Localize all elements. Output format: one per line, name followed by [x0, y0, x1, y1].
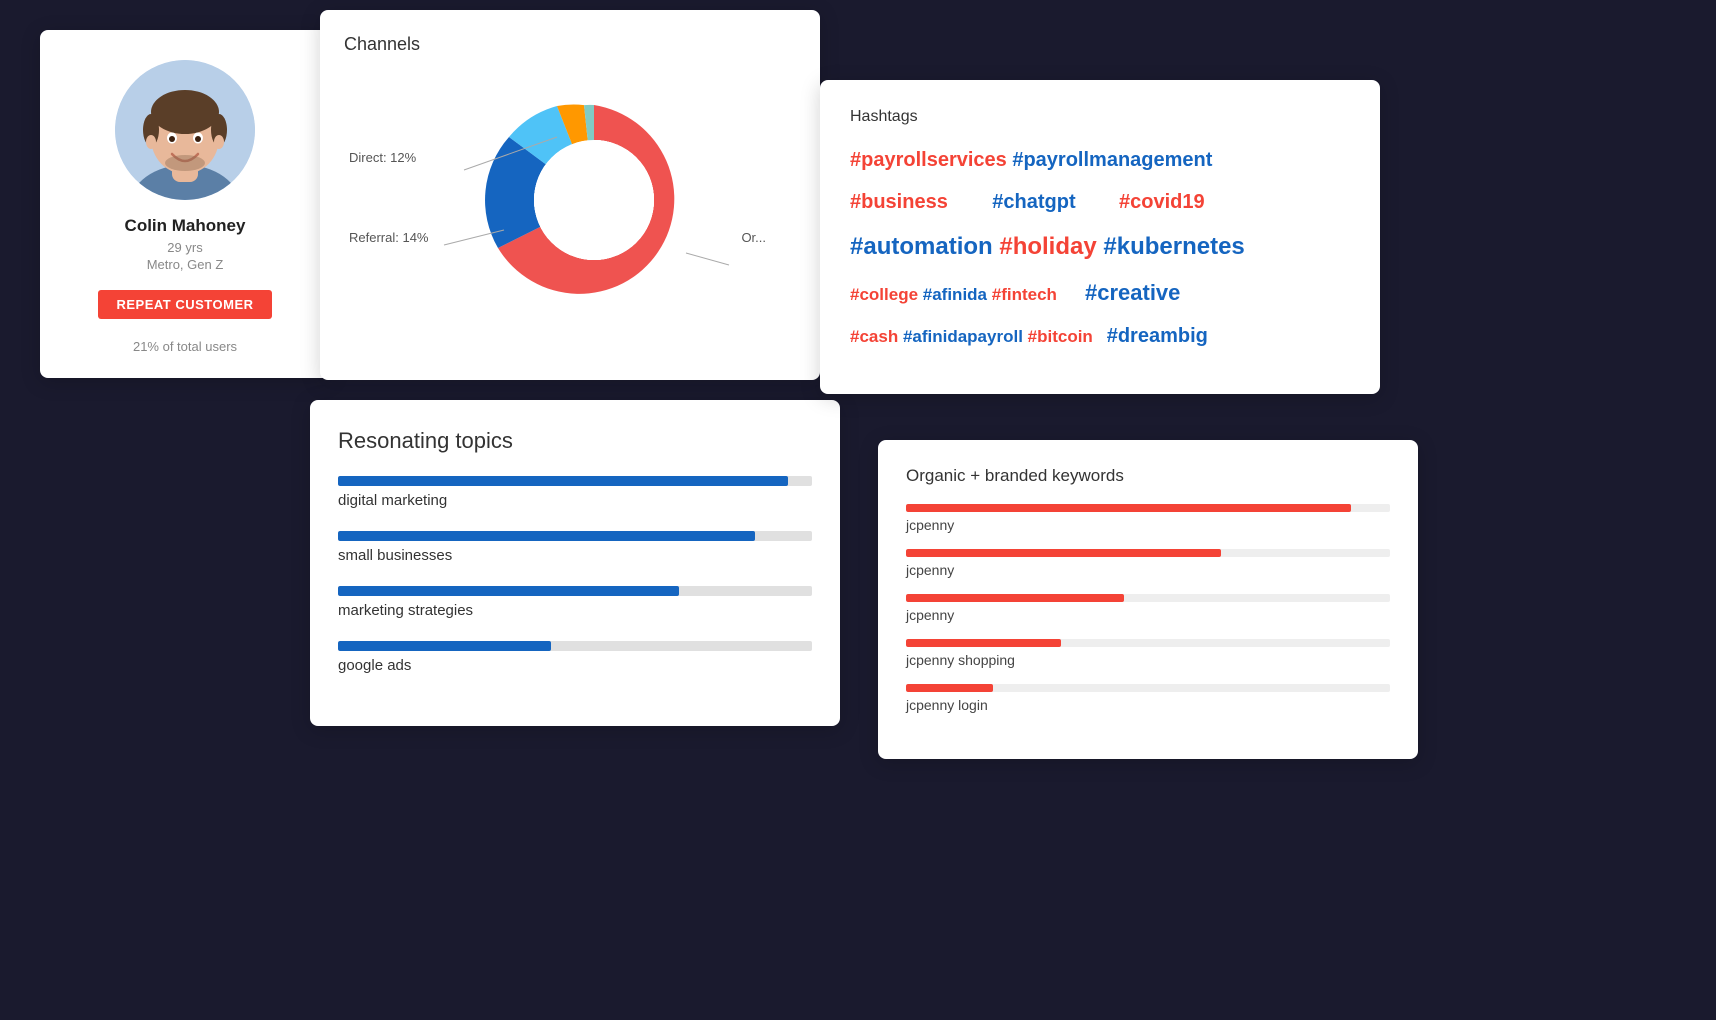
hashtag-chatgpt: #chatgpt [992, 191, 1114, 213]
topic-item-google-ads: google ads [338, 641, 812, 674]
keyword-item-4: jcpenny shopping [906, 639, 1390, 668]
channels-donut-chart [344, 75, 804, 325]
hashtags-card: Hashtags #payrollservices #payrollmanage… [820, 80, 1380, 394]
keywords-title: Organic + branded keywords [906, 466, 1390, 486]
keyword-bar-wrap [906, 549, 1390, 557]
keywords-card: Organic + branded keywords jcpenny jcpen… [878, 440, 1418, 759]
topic-bar-wrap [338, 476, 812, 486]
topic-bar [338, 476, 788, 486]
topic-bar-wrap [338, 586, 812, 596]
keyword-bar-wrap [906, 594, 1390, 602]
keyword-label: jcpenny login [906, 697, 1390, 713]
direct-label: Direct: 12% [349, 150, 416, 165]
keyword-bar [906, 684, 993, 692]
hashtags-title: Hashtags [850, 108, 1350, 126]
topic-label: google ads [338, 657, 812, 674]
hashtag-line-2: #business #chatgpt #covid19 [850, 188, 1350, 216]
hashtag-payrollmanagement: #payrollmanagement [1012, 149, 1212, 171]
hashtag-automation: #automation [850, 233, 999, 260]
hashtag-covid19: #covid19 [1119, 191, 1205, 213]
topic-item-marketing-strategies: marketing strategies [338, 586, 812, 619]
topic-bar [338, 586, 679, 596]
keyword-bar [906, 639, 1061, 647]
channels-card: Channels D [320, 10, 820, 380]
referral-label: Referral: 14% [349, 230, 428, 245]
keyword-label: jcpenny [906, 517, 1390, 533]
hashtag-afinidapayroll: #afinidapayroll [903, 327, 1028, 346]
channels-title: Channels [344, 34, 796, 55]
hashtag-creative: #creative [1085, 280, 1180, 305]
topics-card: Resonating topics digital marketing smal… [310, 400, 840, 726]
keyword-item-5: jcpenny login [906, 684, 1390, 713]
topic-item-small-businesses: small businesses [338, 531, 812, 564]
hashtag-kubernetes: #kubernetes [1103, 233, 1244, 260]
profile-demo: Metro, Gen Z [147, 257, 224, 272]
keyword-bar [906, 549, 1221, 557]
topic-bar-wrap [338, 531, 812, 541]
keyword-bar-wrap [906, 639, 1390, 647]
topic-bar [338, 641, 551, 651]
topic-bar [338, 531, 755, 541]
hashtag-fintech: #fintech [992, 285, 1081, 304]
hashtag-dreambig: #dreambig [1107, 325, 1208, 347]
keyword-label: jcpenny [906, 562, 1390, 578]
hashtag-line-1: #payrollservices #payrollmanagement [850, 146, 1350, 174]
profile-stat: 21% of total users [133, 339, 237, 354]
hashtag-cash: #cash [850, 327, 903, 346]
hashtag-bitcoin: #bitcoin [1028, 327, 1103, 346]
hashtag-holiday: #holiday [999, 233, 1103, 260]
keyword-bar-wrap [906, 504, 1390, 512]
profile-age: 29 yrs [167, 240, 202, 255]
topic-bar-wrap [338, 641, 812, 651]
keyword-bar [906, 594, 1124, 602]
repeat-customer-badge: REPEAT CUSTOMER [98, 290, 271, 319]
keyword-bar-wrap [906, 684, 1390, 692]
topics-title: Resonating topics [338, 428, 812, 454]
hashtag-line-3: #automation #holiday #kubernetes [850, 230, 1350, 264]
profile-card: Colin Mahoney 29 yrs Metro, Gen Z REPEAT… [40, 30, 330, 378]
hashtag-line-4: #college #afinida #fintech #creative [850, 278, 1350, 309]
avatar [115, 60, 255, 200]
hashtag-afinida: #afinida [923, 285, 992, 304]
keyword-item-3: jcpenny [906, 594, 1390, 623]
topic-label: small businesses [338, 547, 812, 564]
keyword-item-1: jcpenny [906, 504, 1390, 533]
organic-label: Or... [741, 230, 766, 245]
topic-label: digital marketing [338, 492, 812, 509]
keyword-label: jcpenny shopping [906, 652, 1390, 668]
topic-item-digital-marketing: digital marketing [338, 476, 812, 509]
keyword-item-2: jcpenny [906, 549, 1390, 578]
hashtag-college: #college [850, 285, 923, 304]
hashtag-business: #business [850, 191, 992, 213]
hashtag-payrollservices: #payrollservices [850, 149, 1012, 171]
keyword-label: jcpenny [906, 607, 1390, 623]
profile-name: Colin Mahoney [125, 216, 246, 236]
hashtag-line-5: #cash #afinidapayroll #bitcoin #dreambig [850, 322, 1350, 350]
topic-label: marketing strategies [338, 602, 812, 619]
keyword-bar [906, 504, 1351, 512]
